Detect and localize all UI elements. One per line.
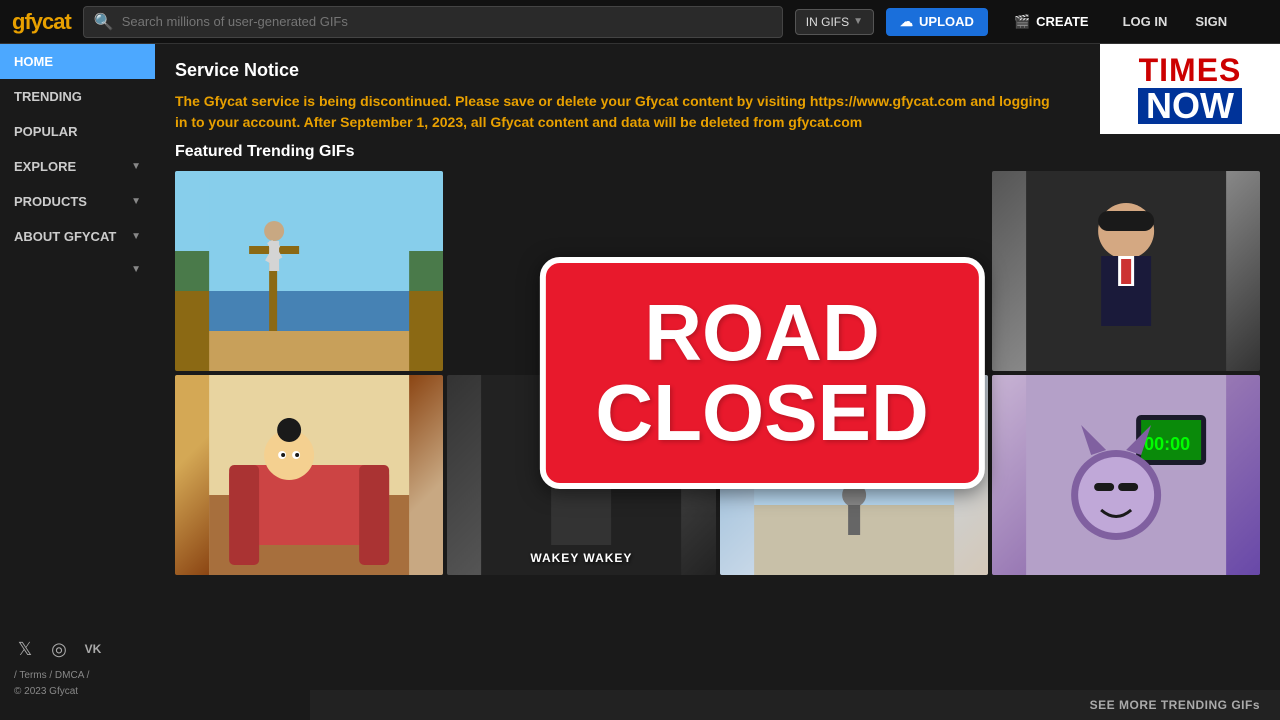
svg-text:00:00: 00:00 <box>1144 434 1190 454</box>
twitter-icon[interactable]: 𝕏 <box>14 638 36 660</box>
search-input[interactable] <box>122 14 772 29</box>
sign-button[interactable]: SIGN <box>1187 8 1235 35</box>
bat-cat-gif-graphic: 00:00 <box>992 375 1260 575</box>
suit-man-gif-graphic <box>992 171 1260 371</box>
search-icon: 🔍 <box>94 12 114 32</box>
featured-title: Featured Trending GIFs <box>175 143 1260 161</box>
gif-cell-cartoon1[interactable] <box>175 375 443 575</box>
see-more-bar[interactable]: SEE MORE TRENDING GIFs <box>310 690 1280 720</box>
create-button[interactable]: 🎬 CREATE <box>1000 8 1103 36</box>
sidebar-item-about[interactable]: ABOUT GFYCAT ▼ <box>0 219 155 254</box>
service-notice-message: The Gfycat service is being discontinued… <box>175 91 1060 133</box>
times-now-ad[interactable]: TIMES NOW <box>1100 44 1280 134</box>
create-icon: 🎬 <box>1014 14 1030 30</box>
in-gifs-button[interactable]: IN GIFS ▼ <box>795 9 874 35</box>
header: gfycat 🔍 IN GIFS ▼ ☁ UPLOAD 🎬 CREATE LOG… <box>0 0 1280 44</box>
sidebar-item-trending[interactable]: TRENDING <box>0 79 155 114</box>
gif-grid: WAKEY WAKEY <box>175 171 1260 575</box>
login-button[interactable]: LOG IN <box>1115 8 1176 35</box>
times-now-now: NOW <box>1138 88 1242 124</box>
gif-cell-1[interactable] <box>175 171 443 371</box>
sidebar-footer: 𝕏 ◎ VK / Terms / DMCA / © 2023 Gfycat <box>0 628 155 710</box>
vk-icon[interactable]: VK <box>82 638 104 660</box>
chevron-down-icon: ▼ <box>131 231 141 242</box>
sidebar-item-extra[interactable]: ▼ <box>0 254 155 285</box>
instagram-icon[interactable]: ◎ <box>48 638 70 660</box>
beach-gif-graphic <box>175 171 443 371</box>
gif-cell-cat[interactable]: 00:00 <box>992 375 1260 575</box>
cartoon1-gif-graphic <box>175 375 443 575</box>
chevron-down-icon: ▼ <box>131 264 141 275</box>
sidebar-item-products[interactable]: PRODUCTS ▼ <box>0 184 155 219</box>
road-closed-overlay: ROAD CLOSED <box>539 257 984 489</box>
logo: gfycat <box>12 9 71 35</box>
search-bar: 🔍 <box>83 6 783 38</box>
road-closed-line2: CLOSED <box>595 373 928 453</box>
wakey-label: WAKEY WAKEY <box>530 551 632 565</box>
upload-icon: ☁ <box>900 14 913 30</box>
social-icons: 𝕏 ◎ VK <box>14 638 141 660</box>
service-notice: Service Notice The Gfycat service is bei… <box>155 44 1080 143</box>
times-now-times: TIMES <box>1138 54 1242 86</box>
sidebar-item-home[interactable]: HOME <box>0 44 155 79</box>
sidebar-item-popular[interactable]: POPULAR <box>0 114 155 149</box>
chevron-down-icon: ▼ <box>131 161 141 172</box>
main-content: TIMES NOW Service Notice The Gfycat serv… <box>155 44 1280 720</box>
footer-links: / Terms / DMCA / © 2023 Gfycat <box>14 668 141 700</box>
see-more-label: SEE MORE TRENDING GIFs <box>1090 698 1260 712</box>
road-closed-line1: ROAD <box>595 293 928 373</box>
upload-button[interactable]: ☁ UPLOAD <box>886 8 988 36</box>
sidebar-item-explore[interactable]: EXPLORE ▼ <box>0 149 155 184</box>
service-notice-title: Service Notice <box>175 60 1060 81</box>
chevron-down-icon: ▼ <box>131 196 141 207</box>
chevron-down-icon: ▼ <box>853 16 863 27</box>
gif-cell-suit[interactable] <box>992 171 1260 371</box>
main-layout: HOME TRENDING POPULAR EXPLORE ▼ PRODUCTS… <box>0 44 1280 720</box>
sidebar: HOME TRENDING POPULAR EXPLORE ▼ PRODUCTS… <box>0 44 155 720</box>
featured-section: Featured Trending GIFs <box>155 143 1280 575</box>
